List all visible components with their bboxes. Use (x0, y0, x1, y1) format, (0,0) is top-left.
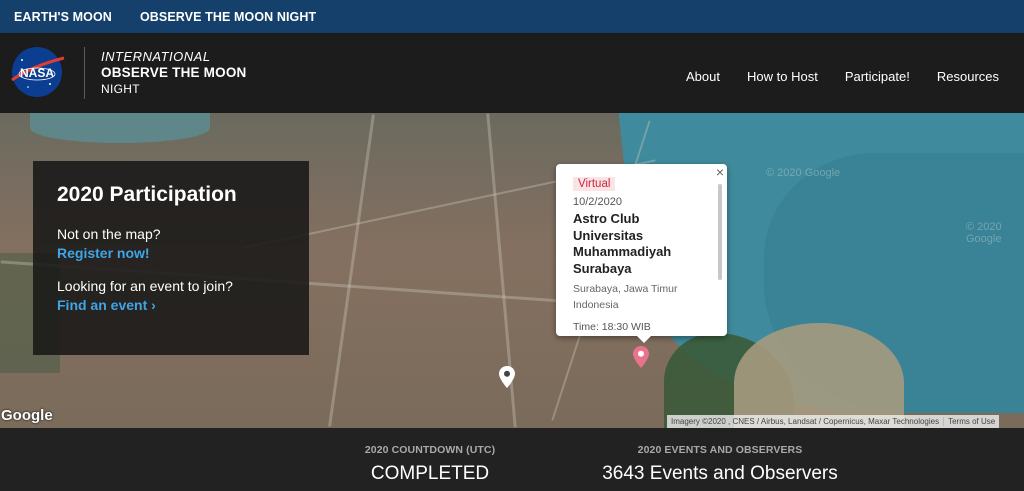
not-on-map-text: Not on the map? (57, 226, 161, 242)
participation-panel: 2020 Participation Not on the map? Regis… (33, 161, 309, 355)
nav-participate[interactable]: Participate! (845, 69, 910, 84)
countdown-label: 2020 COUNTDOWN (UTC) (364, 444, 496, 456)
google-logo[interactable]: Google (1, 407, 53, 424)
event-type-badge: Virtual (573, 177, 616, 191)
event-info-popup: × Virtual 10/2/2020 Astro Club Universit… (556, 164, 727, 343)
participation-title: 2020 Participation (57, 183, 237, 206)
event-name: Astro Club Universitas Muhammadiyah Sura… (573, 211, 672, 276)
stats-bar: 2020 COUNTDOWN (UTC) COMPLETED 2020 EVEN… (0, 428, 1024, 491)
site-title-line1: INTERNATIONAL (101, 49, 211, 64)
top-bar: EARTH'S MOON OBSERVE THE MOON NIGHT (0, 0, 1024, 33)
map-watermark: © 2020 Google (966, 221, 1002, 245)
events-label: 2020 EVENTS AND OBSERVERS (637, 444, 803, 456)
map-watermark: © 2020 Google (766, 167, 841, 179)
map-water-left (30, 113, 210, 143)
map-attribution: Imagery ©2020 , CNES / Airbus, Landsat /… (667, 415, 1000, 428)
earths-moon-link[interactable]: EARTH'S MOON (14, 10, 112, 24)
events-stat: 2020 EVENTS AND OBSERVERS 3643 Events an… (574, 444, 866, 485)
nasa-logo-text: NASA (20, 66, 54, 80)
main-nav: About How to Host Participate! Resources (659, 69, 999, 84)
events-value: 3643 Events and Observers (602, 463, 838, 484)
nav-resources[interactable]: Resources (937, 69, 999, 84)
site-title-line3: NIGHT (101, 82, 140, 96)
find-an-event-link[interactable]: Find an event › (57, 296, 285, 315)
register-now-link[interactable]: Register now! (57, 244, 285, 263)
countdown-value: COMPLETED (370, 463, 490, 484)
observe-the-moon-night-link[interactable]: OBSERVE THE MOON NIGHT (140, 10, 316, 24)
popup-tail (636, 335, 652, 343)
nasa-logo[interactable]: NASA (8, 46, 66, 98)
close-icon[interactable]: × (716, 164, 724, 180)
site-title[interactable]: INTERNATIONAL OBSERVE THE MOON NIGHT (101, 49, 246, 97)
nav-how-to-host[interactable]: How to Host (747, 69, 818, 84)
event-map[interactable]: © 2020 Google © 2020 Google 2020 Partici… (0, 113, 1024, 428)
event-time: Time: 18:30 WIB (573, 321, 651, 333)
map-road (328, 114, 375, 427)
logo-divider (84, 47, 85, 99)
site-header: NASA INTERNATIONAL OBSERVE THE MOON NIGH… (0, 33, 1024, 113)
imagery-credit: Imagery ©2020 , CNES / Airbus, Landsat /… (667, 417, 945, 426)
event-location-city: Surabaya, Jawa Timur (573, 283, 678, 295)
nav-about[interactable]: About (686, 69, 720, 84)
map-pin-icon[interactable] (499, 366, 515, 388)
popup-scrollbar[interactable] (718, 184, 722, 280)
countdown-stat: 2020 COUNTDOWN (UTC) COMPLETED (338, 444, 522, 485)
looking-for-event-text: Looking for an event to join? (57, 278, 233, 294)
site-title-line2: OBSERVE THE MOON (101, 65, 247, 80)
map-pin-icon[interactable] (633, 346, 649, 368)
event-location: Surabaya, Jawa Timur Indonesia (573, 281, 713, 313)
event-date: 10/2/2020 (573, 196, 622, 208)
terms-of-use-link[interactable]: Terms of Use (944, 417, 999, 426)
event-location-country: Indonesia (573, 299, 619, 311)
